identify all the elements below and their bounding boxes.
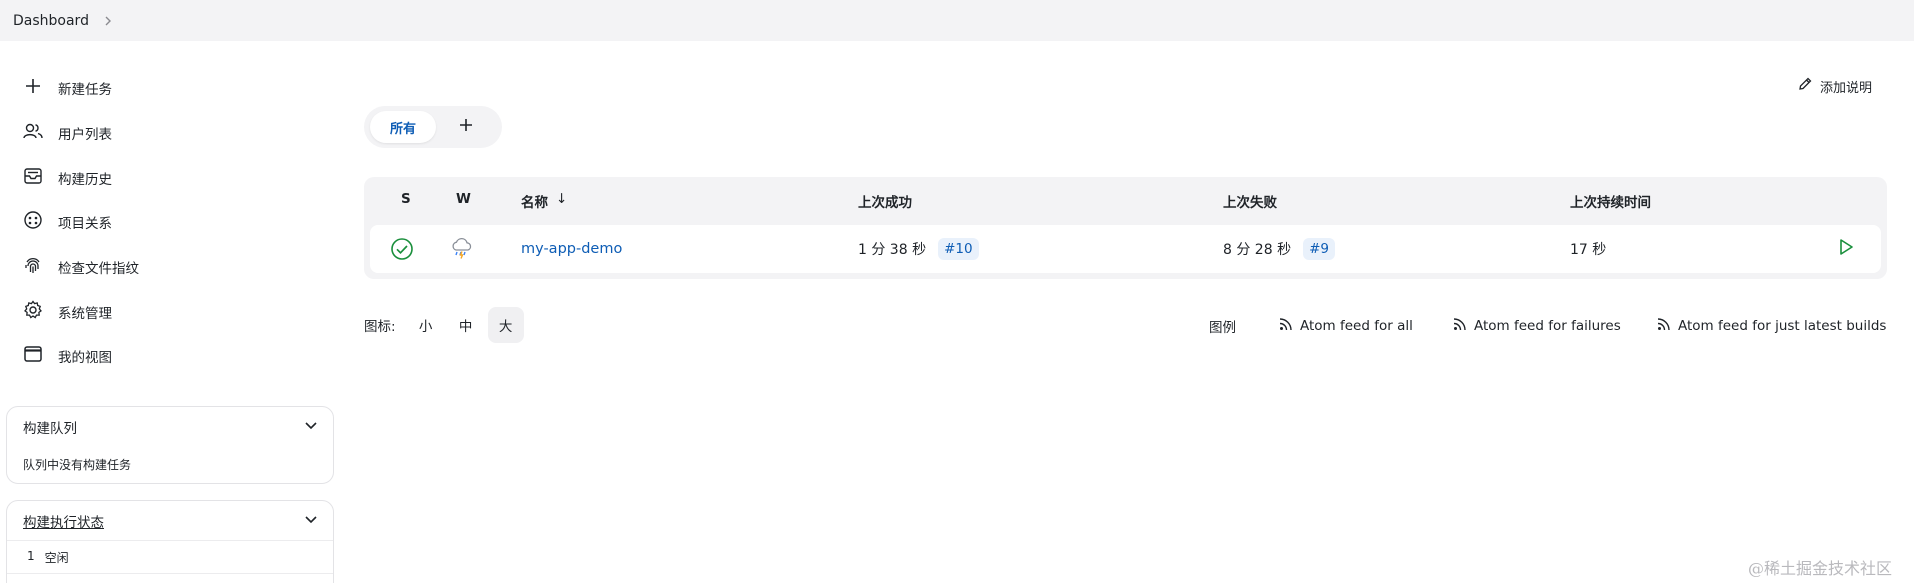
column-header-last-duration[interactable]: 上次持续时间	[1570, 191, 1651, 211]
sidebar-item-users[interactable]: 用户列表	[22, 121, 112, 145]
rss-icon	[1656, 316, 1672, 336]
plus-icon	[22, 75, 44, 101]
rss-icon	[1278, 316, 1294, 336]
executor-index: 1	[27, 549, 35, 563]
sidebar-item-label: 构建历史	[58, 172, 112, 188]
last-success-build-link[interactable]: #10	[938, 238, 979, 260]
last-failure-build-link[interactable]: #9	[1303, 238, 1335, 260]
feed-latest[interactable]: Atom feed for just latest builds	[1656, 314, 1886, 338]
table-row: my-app-demo 1 分 38 秒 #10 8 分 28 秒 #9 17 …	[370, 225, 1881, 273]
last-duration-cell: 17 秒	[1570, 242, 1607, 258]
inbox-history-icon	[22, 165, 44, 191]
icon-size-label: 图标:	[364, 319, 396, 335]
add-view-button[interactable]	[450, 111, 482, 143]
add-description-label: 添加说明	[1820, 80, 1873, 96]
jobs-table: S W 名称 ↓ 上次成功 上次失败 上次持续时间 my-app-demo 1 …	[364, 177, 1887, 279]
sidebar-item-build-history[interactable]: 构建历史	[22, 166, 112, 190]
window-icon	[22, 343, 44, 369]
executor-row: 1 空闲	[7, 541, 333, 574]
play-icon	[1836, 237, 1856, 261]
chevron-down-icon[interactable]	[304, 419, 318, 435]
gear-icon	[22, 299, 44, 325]
column-header-name[interactable]: 名称 ↓	[521, 191, 567, 211]
sidebar-item-label: 新建任务	[58, 82, 112, 98]
job-link[interactable]: my-app-demo	[521, 225, 622, 273]
breadcrumb-bar: Dashboard	[0, 0, 1914, 41]
build-queue-header[interactable]: 构建队列	[7, 407, 333, 447]
sidebar-item-my-views[interactable]: 我的视图	[22, 344, 112, 368]
last-failure-time: 8 分 28 秒	[1223, 242, 1292, 258]
last-success-cell: 1 分 38 秒 #10	[858, 225, 979, 273]
sidebar-item-label: 检查文件指纹	[58, 261, 139, 277]
build-queue-title: 构建队列	[23, 421, 77, 437]
executor-status: 空闲	[44, 551, 69, 565]
breadcrumb-dashboard[interactable]: Dashboard	[13, 13, 89, 29]
rss-icon	[1452, 316, 1468, 336]
users-icon	[22, 120, 44, 146]
run-build-button[interactable]	[1836, 225, 1856, 273]
add-description-button[interactable]: 添加说明	[1797, 76, 1872, 96]
icon-size-small[interactable]: 小	[408, 307, 444, 343]
feed-all-label: Atom feed for all	[1300, 318, 1413, 334]
last-failure-cell: 8 分 28 秒 #9	[1223, 225, 1335, 273]
plus-icon	[458, 117, 474, 137]
sort-arrow-icon: ↓	[556, 191, 568, 207]
icon-size-selector: 图标: 小 中 大	[364, 306, 524, 344]
executor-status-header[interactable]: 构建执行状态	[7, 501, 333, 541]
fingerprint-icon	[22, 254, 44, 280]
sidebar-item-new-job[interactable]: 新建任务	[22, 76, 112, 100]
icon-size-large[interactable]: 大	[487, 307, 524, 343]
sidebar-item-label: 系统管理	[58, 306, 112, 322]
sidebar-item-label: 项目关系	[58, 216, 112, 232]
feed-failures[interactable]: Atom feed for failures	[1452, 314, 1621, 338]
relations-icon	[22, 209, 44, 235]
last-success-time: 1 分 38 秒	[858, 242, 927, 258]
executor-status-panel: 构建执行状态 1 空闲	[6, 500, 334, 583]
column-header-last-success[interactable]: 上次成功	[858, 191, 912, 211]
executor-status-title[interactable]: 构建执行状态	[23, 511, 104, 531]
column-header-name-label: 名称	[521, 195, 548, 211]
build-queue-message: 队列中没有构建任务	[23, 458, 132, 472]
watermark: @稀土掘金技术社区	[1748, 559, 1893, 578]
column-header-s[interactable]: S	[401, 191, 411, 207]
feed-failures-label: Atom feed for failures	[1474, 318, 1621, 334]
tab-all[interactable]: 所有	[370, 111, 436, 143]
sidebar-item-manage[interactable]: 系统管理	[22, 300, 112, 324]
legend-link[interactable]: 图例	[1209, 314, 1236, 338]
chevron-right-icon[interactable]	[103, 15, 113, 27]
view-tabs: 所有	[364, 106, 502, 148]
build-queue-panel: 构建队列 队列中没有构建任务	[6, 406, 334, 484]
status-success-icon	[390, 225, 414, 273]
weather-storm-icon	[449, 225, 475, 273]
feed-all[interactable]: Atom feed for all	[1278, 314, 1413, 338]
pencil-icon	[1797, 76, 1813, 96]
sidebar-item-label: 用户列表	[58, 127, 112, 143]
column-header-w[interactable]: W	[456, 191, 471, 207]
icon-size-medium[interactable]: 中	[448, 307, 484, 343]
sidebar-item-project-relations[interactable]: 项目关系	[22, 210, 112, 234]
chevron-down-icon[interactable]	[304, 513, 318, 529]
column-header-last-failure[interactable]: 上次失败	[1223, 191, 1277, 211]
feed-latest-label: Atom feed for just latest builds	[1678, 318, 1887, 334]
sidebar-item-label: 我的视图	[58, 350, 112, 366]
sidebar-item-fingerprint[interactable]: 检查文件指纹	[22, 255, 139, 279]
